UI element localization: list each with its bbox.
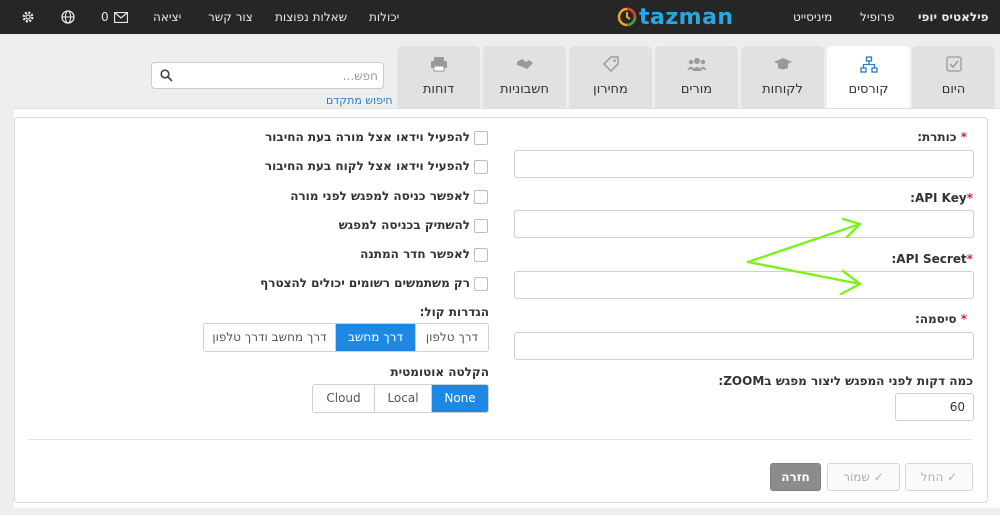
search-input[interactable] bbox=[178, 66, 378, 85]
tazman-logo[interactable]: tazman bbox=[617, 4, 734, 30]
checkbox-label-teacher-video: להפעיל וידאו אצל מורה בעת החיבור bbox=[265, 130, 470, 144]
apply-button-label: החל bbox=[920, 470, 944, 484]
profile-link[interactable]: פרופיל bbox=[860, 0, 895, 34]
minisite-link[interactable]: מיניסייט bbox=[793, 0, 832, 34]
api-key-required-mark: * bbox=[966, 191, 973, 205]
user-name-link[interactable]: פילאטיס יופי bbox=[918, 0, 989, 34]
recording-options-group: Cloud Local None bbox=[312, 384, 489, 413]
check-icon: ✓ bbox=[947, 470, 958, 484]
back-button-label: חזרה bbox=[781, 470, 810, 484]
api-secret-field-label: *API Secret: bbox=[891, 252, 973, 266]
tab-teachers-label: מורים bbox=[680, 82, 713, 97]
envelope-icon bbox=[113, 11, 128, 23]
check-icon: ✓ bbox=[873, 470, 884, 484]
checkbox-icon bbox=[912, 56, 995, 75]
minutes-before-label: כמה דקות לפני המפגש ליצור מפגש בZOOM: bbox=[718, 374, 973, 388]
password-label-text: סיסמה: bbox=[914, 312, 957, 326]
checkbox-row-registered-only[interactable]: רק משתמשים רשומים יכולים להצטרף bbox=[260, 276, 470, 292]
tab-teachers[interactable]: מורים bbox=[655, 46, 738, 109]
clock-logo-icon bbox=[617, 7, 637, 27]
checkbox-client-video[interactable] bbox=[474, 160, 488, 174]
tab-customers[interactable]: לקוחות bbox=[741, 46, 824, 109]
checkbox-label-mute-on-entry: להשתיק בכניסה למפגש bbox=[338, 218, 470, 232]
title-label-text: כותרת: bbox=[917, 130, 957, 144]
checkbox-teacher-video[interactable] bbox=[474, 131, 488, 145]
audio-settings-label: הגדרות קול: bbox=[419, 305, 489, 319]
checkbox-label-client-video: להפעיל וידאו אצל לקוח בעת החיבור bbox=[264, 159, 470, 173]
tab-pricing-label: מחירון bbox=[593, 82, 628, 97]
password-field-label: * סיסמה: bbox=[915, 312, 967, 326]
tag-icon bbox=[569, 56, 652, 75]
save-button-label: שמור bbox=[843, 470, 870, 484]
tab-courses[interactable]: קורסים bbox=[827, 46, 910, 110]
api-secret-label-text: API Secret: bbox=[891, 252, 967, 266]
title-input[interactable] bbox=[514, 150, 974, 178]
users-icon bbox=[655, 56, 738, 75]
tab-customers-label: לקוחות bbox=[762, 82, 803, 97]
checkbox-waiting-room[interactable] bbox=[474, 248, 488, 262]
auto-recording-label: הקלטה אוטומטית bbox=[390, 365, 489, 379]
contact-link[interactable]: צור קשר bbox=[208, 0, 253, 34]
globe-icon[interactable] bbox=[61, 10, 75, 24]
tab-reports[interactable]: דוחות bbox=[397, 46, 480, 109]
checkbox-row-join-before-host[interactable]: לאפשר כניסה למפגש לפני מורה bbox=[290, 189, 470, 205]
minutes-before-input[interactable] bbox=[895, 393, 974, 421]
tab-invoices-label: חשבוניות bbox=[500, 82, 549, 97]
api-secret-required-mark: * bbox=[966, 252, 973, 266]
checkbox-row-teacher-video[interactable]: להפעיל וידאו אצל מורה בעת החיבור bbox=[265, 130, 470, 146]
checkbox-mute-on-entry[interactable] bbox=[474, 219, 488, 233]
recording-option-none[interactable]: None bbox=[431, 385, 488, 412]
checkbox-join-before-host[interactable] bbox=[474, 190, 488, 204]
tab-courses-label: קורסים bbox=[848, 82, 889, 97]
back-button[interactable]: חזרה bbox=[770, 463, 821, 491]
messages-button[interactable]: 0 bbox=[101, 0, 128, 34]
password-required-mark: * bbox=[960, 312, 967, 326]
printer-icon bbox=[397, 56, 480, 75]
api-key-label-text: API Key: bbox=[910, 191, 967, 205]
save-button[interactable]: ✓ שמור bbox=[827, 463, 900, 491]
recording-option-local[interactable]: Local bbox=[374, 385, 431, 412]
audio-option-phone[interactable]: דרך טלפון bbox=[415, 324, 488, 351]
tab-invoices[interactable]: חשבוניות bbox=[483, 46, 566, 109]
advanced-search-link[interactable]: חיפוש מתקדם bbox=[326, 94, 393, 107]
checkbox-row-waiting-room[interactable]: לאפשר חדר המתנה bbox=[360, 247, 470, 263]
graduation-cap-icon bbox=[741, 56, 824, 75]
checkbox-label-waiting-room: לאפשר חדר המתנה bbox=[360, 247, 470, 261]
brand-name: tazman bbox=[639, 4, 734, 30]
capabilities-link[interactable]: יכולות bbox=[369, 0, 399, 34]
apply-button[interactable]: ✓ החל bbox=[905, 463, 973, 491]
checkbox-label-join-before-host: לאפשר כניסה למפגש לפני מורה bbox=[290, 189, 470, 203]
audio-option-computer[interactable]: דרך מחשב bbox=[335, 324, 415, 351]
api-secret-input[interactable] bbox=[514, 271, 974, 299]
password-input[interactable] bbox=[514, 332, 974, 360]
handshake-icon bbox=[483, 56, 566, 75]
checkbox-registered-only[interactable] bbox=[474, 277, 488, 291]
search-box[interactable] bbox=[151, 62, 384, 89]
tab-today[interactable]: היום bbox=[912, 46, 995, 109]
top-navigation-bar: פילאטיס יופי פרופיל מיניסייט tazman יכול… bbox=[0, 0, 1000, 34]
audio-options-group: דרך מחשב ודרך טלפון דרך מחשב דרך טלפון bbox=[203, 323, 489, 352]
search-icon[interactable] bbox=[160, 69, 173, 82]
form-divider bbox=[28, 439, 972, 440]
faq-link[interactable]: שאלות נפוצות bbox=[275, 0, 347, 34]
audio-option-computer-and-phone[interactable]: דרך מחשב ודרך טלפון bbox=[204, 324, 335, 351]
api-key-field-label: *API Key: bbox=[910, 191, 973, 205]
checkbox-label-registered-only: רק משתמשים רשומים יכולים להצטרף bbox=[260, 276, 470, 290]
title-required-mark: * bbox=[960, 130, 967, 144]
logout-link[interactable]: יציאה bbox=[153, 0, 181, 34]
messages-count: 0 bbox=[101, 10, 109, 24]
gear-icon[interactable] bbox=[21, 10, 35, 24]
recording-option-cloud[interactable]: Cloud bbox=[313, 385, 374, 412]
api-key-input[interactable] bbox=[514, 210, 974, 238]
tab-today-label: היום bbox=[941, 82, 966, 97]
checkbox-row-mute-on-entry[interactable]: להשתיק בכניסה למפגש bbox=[339, 218, 470, 234]
tab-reports-label: דוחות bbox=[422, 82, 455, 97]
title-field-label: * כותרת: bbox=[917, 130, 967, 144]
tab-pricing[interactable]: מחירון bbox=[569, 46, 652, 109]
checkbox-row-client-video[interactable]: להפעיל וידאו אצל לקוח בעת החיבור bbox=[265, 159, 470, 175]
sitemap-icon bbox=[827, 56, 910, 77]
